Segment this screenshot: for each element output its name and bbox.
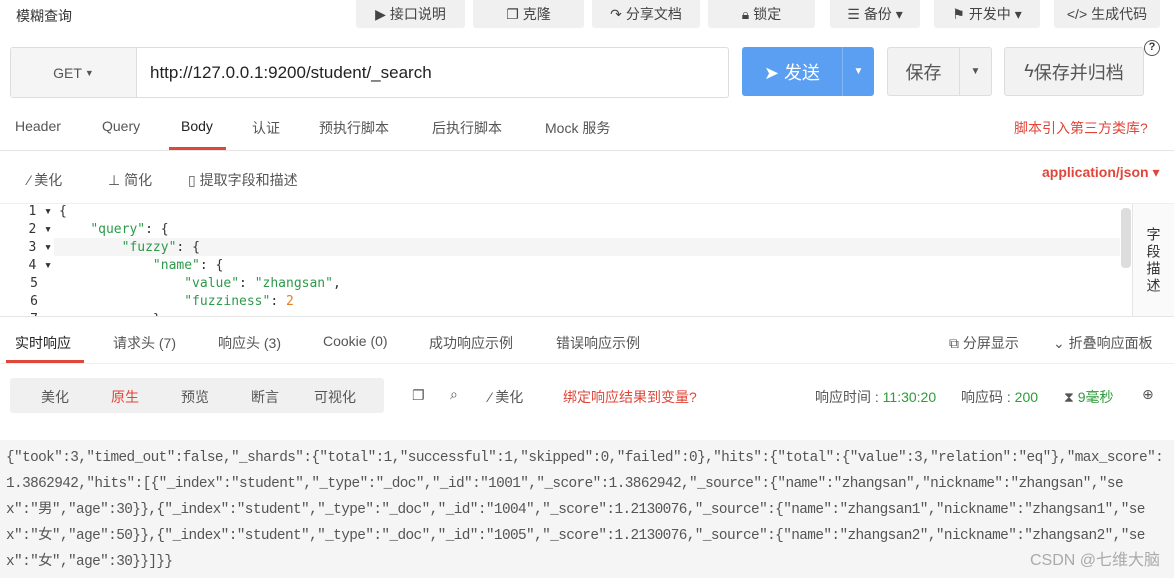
tab-cookie[interactable]: Cookie (0) (323, 333, 388, 349)
simplify-button[interactable]: ⊥ 简化 (108, 170, 152, 190)
send-dropdown[interactable]: ▼ (842, 47, 874, 96)
tab-body[interactable]: Body (181, 118, 213, 134)
tab-mock[interactable]: Mock 服务 (545, 118, 610, 138)
split-view-button[interactable]: ⧉ 分屏显示 (949, 333, 1019, 353)
database-icon: ☰ (847, 5, 860, 22)
tab-post-script[interactable]: 后执行脚本 (432, 118, 502, 138)
search-icon[interactable]: ⌕ (450, 386, 458, 403)
generate-code-button[interactable]: </> 生成代码 (1054, 0, 1160, 28)
view-preview[interactable]: 预览 (181, 387, 209, 407)
editor-code: { "query": { "fuzzy": { "name": { "value… (59, 204, 341, 316)
duration: ⧗ 9毫秒 (1064, 389, 1114, 405)
tab-pre-script[interactable]: 预执行脚本 (319, 118, 389, 138)
method-select[interactable]: GET ▼ (11, 48, 137, 97)
share-button[interactable]: ↷ 分享文档 (592, 0, 700, 28)
save-archive-button[interactable]: ϟ 保存并归档 (1004, 47, 1144, 96)
view-assert[interactable]: 断言 (251, 387, 279, 407)
beautify-button[interactable]: ⁄ 美化 (28, 170, 62, 190)
tab-auth[interactable]: 认证 (252, 118, 280, 138)
save-dropdown[interactable]: ▼ (959, 48, 991, 95)
backup-button[interactable]: ☰ 备份 ▾ (830, 0, 920, 28)
collapse-panel-button[interactable]: ⌄ 折叠响应面板 (1053, 333, 1153, 353)
send-icon: ➤ (763, 62, 785, 83)
help-icon[interactable]: ? (1144, 40, 1160, 56)
share-icon: ↷ (610, 5, 622, 22)
tab-request-headers[interactable]: 请求头 (7) (113, 333, 176, 353)
download-icon[interactable]: ⊕ (1142, 386, 1154, 403)
tab-header[interactable]: Header (15, 118, 61, 134)
flag-icon: ⚑ (952, 5, 965, 22)
content-type-select[interactable]: application/json ▾ (1042, 164, 1159, 181)
body-editor[interactable]: 1 ▾2 ▾3 ▾4 ▾567 { "query": { "fuzzy": { … (0, 203, 1174, 317)
field-description-panel[interactable]: 字段描述 (1132, 204, 1174, 316)
view-raw[interactable]: 原生 (111, 387, 139, 407)
api-doc-button[interactable]: ▶ 接口说明 (356, 0, 465, 28)
collapse-icon: ⌄ (1053, 335, 1069, 351)
copy-icon[interactable]: ❐ (412, 387, 425, 404)
editor-scrollbar[interactable] (1121, 208, 1131, 268)
split-icon: ⧉ (949, 335, 963, 351)
file-icon: ▯ (188, 172, 200, 188)
view-beautify[interactable]: 美化 (41, 387, 69, 407)
bolt-icon: ϟ (1024, 61, 1034, 81)
save-button[interactable]: 保存 ▼ (887, 47, 992, 96)
script-library-link[interactable]: 脚本引入第三方类库? (1014, 118, 1148, 138)
request-bar: GET ▼ http://127.0.0.1:9200/student/_sear… (10, 47, 729, 98)
send-button[interactable]: ➤ 发送 ▼ (742, 47, 874, 96)
beautify-response-button[interactable]: ⁄ 美化 (489, 387, 523, 407)
sitemap-icon: ⊥ (108, 172, 125, 188)
tab-error-example[interactable]: 错误响应示例 (556, 333, 640, 353)
response-code: 响应码 : 200 (961, 389, 1039, 405)
clone-icon: ❐ (506, 5, 519, 22)
hourglass-icon: ⧗ (1064, 389, 1078, 405)
url-input[interactable]: http://127.0.0.1:9200/student/_search (137, 63, 432, 83)
response-time: 响应时间 : 11:30:20 (815, 389, 937, 405)
extract-fields-button[interactable]: ▯ 提取字段和描述 (188, 170, 298, 190)
view-visualize[interactable]: 可视化 (314, 387, 356, 407)
page-title: 模糊查询 (16, 8, 72, 24)
code-icon: </> (1066, 6, 1088, 22)
status-button[interactable]: ⚑ 开发中 ▾ (934, 0, 1040, 28)
lock-button[interactable]: 🔒︎ 锁定 (708, 0, 815, 28)
play-icon: ▶ (375, 5, 386, 22)
lock-icon: 🔒︎ (741, 5, 750, 22)
tab-response-headers[interactable]: 响应头 (3) (218, 333, 281, 353)
tab-success-example[interactable]: 成功响应示例 (429, 333, 513, 353)
tab-live-response[interactable]: 实时响应 (15, 333, 71, 353)
watermark: CSDN @七维大脑 (1029, 552, 1160, 569)
bind-variable-link[interactable]: 绑定响应结果到变量? (563, 387, 697, 407)
response-body: {"took":3,"timed_out":false,"_shards":{"… (0, 440, 1174, 578)
tab-query[interactable]: Query (102, 118, 140, 134)
view-mode-group: 美化 原生 预览 断言 可视化 (10, 378, 384, 413)
clone-button[interactable]: ❐ 克隆 (473, 0, 584, 28)
